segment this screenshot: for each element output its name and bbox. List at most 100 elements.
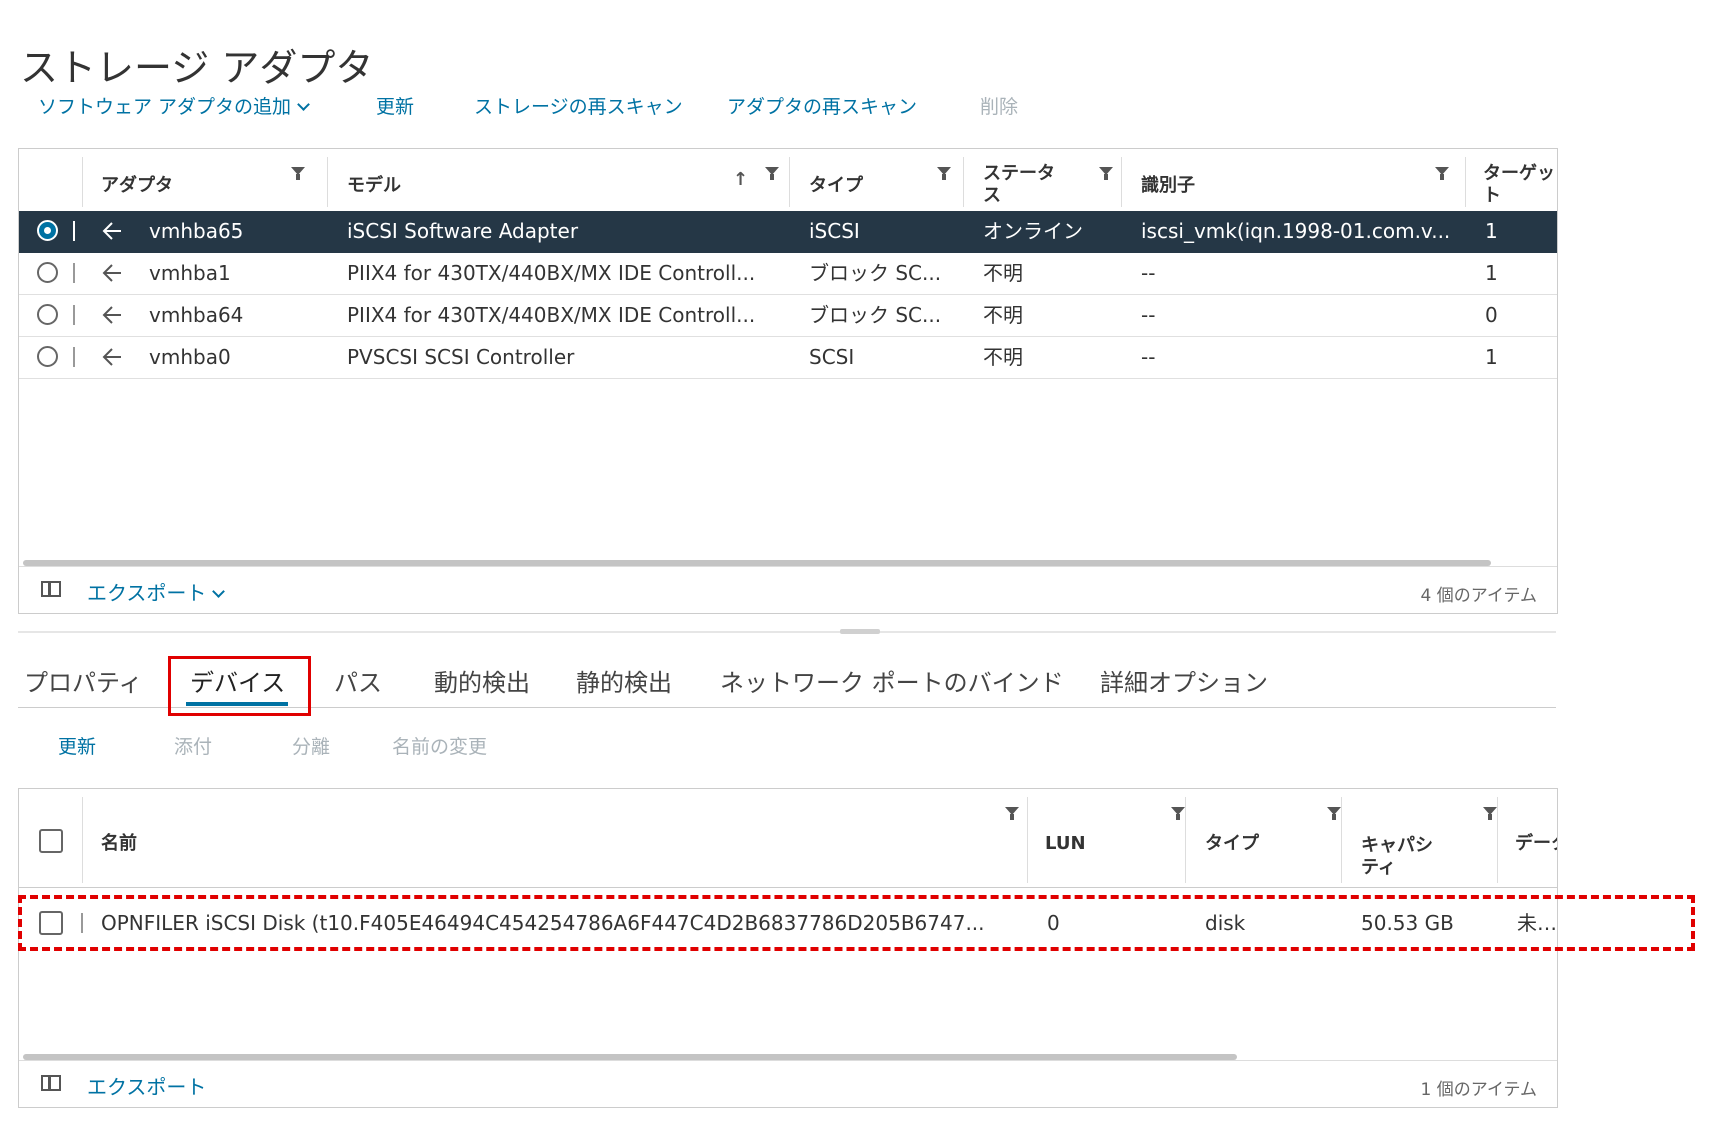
row-radio[interactable]: [37, 304, 58, 325]
cell-lun: 0: [1047, 911, 1060, 935]
detach-button: 分離: [292, 736, 331, 758]
cell-type: ブロック SC...: [809, 261, 942, 285]
cell-adapter: vmhba64: [149, 303, 244, 327]
table-row[interactable]: OPNFILER iSCSI Disk (t10.F405E46494C4542…: [19, 901, 1557, 945]
cell-name: OPNFILER iSCSI Disk (t10.F405E46494C4542…: [101, 911, 985, 935]
devices-grid: 名前 LUN タイプ キャパシティ データストア OPNFILER iSCSI …: [18, 788, 1558, 1108]
cell-model: PVSCSI SCSI Controller: [347, 345, 575, 369]
cell-identifier: --: [1141, 345, 1156, 369]
attach-button: 添付: [174, 736, 213, 758]
devices-grid-header: 名前 LUN タイプ キャパシティ データストア: [19, 789, 1557, 888]
cell-model: PIIX4 for 430TX/440BX/MX IDE Controll...: [347, 303, 756, 327]
column-header-model[interactable]: モデル ↑: [347, 149, 797, 211]
column-header-identifier[interactable]: 識別子: [1141, 149, 1461, 211]
filter-icon[interactable]: [765, 167, 779, 180]
adapter-icon: [102, 348, 121, 366]
column-label-identifier: 識別子: [1141, 175, 1195, 196]
tab-dynamic-discovery[interactable]: 動的検出: [434, 663, 530, 698]
chevron-down-icon: [297, 98, 310, 111]
row-radio[interactable]: [37, 262, 58, 283]
rescan-storage-button[interactable]: ストレージの再スキャン: [474, 92, 683, 119]
filter-icon[interactable]: [1483, 807, 1497, 820]
export-label: エクスポート: [87, 581, 207, 605]
rename-button: 名前の変更: [392, 736, 488, 758]
add-software-adapter-button[interactable]: ソフトウェア アダプタの追加: [38, 92, 310, 119]
table-row[interactable]: vmhba65 iSCSI Software Adapter iSCSI オンラ…: [19, 211, 1557, 253]
column-header-adapter[interactable]: アダプタ: [101, 149, 311, 211]
cell-adapter: vmhba1: [149, 261, 231, 285]
adapters-grid-footer: エクスポート 4 個のアイテム: [19, 566, 1557, 613]
column-header-capacity[interactable]: キャパシティ: [1361, 789, 1511, 887]
devices-grid-footer: エクスポート 1 個のアイテム: [19, 1060, 1557, 1107]
column-header-lun[interactable]: LUN: [1045, 789, 1195, 887]
tab-devices[interactable]: デバイス: [190, 663, 285, 698]
column-label-lun: LUN: [1045, 833, 1086, 854]
cell-type: disk: [1205, 911, 1246, 935]
cell-status: 不明: [983, 303, 1023, 327]
column-label-model: モデル: [347, 175, 401, 196]
column-toggle-icon[interactable]: [41, 1075, 61, 1091]
column-label-name: 名前: [101, 833, 137, 854]
add-software-adapter-label: ソフトウェア アダプタの追加: [38, 96, 292, 118]
cell-target: 1: [1485, 219, 1498, 243]
tab-properties[interactable]: プロパティ: [24, 663, 143, 698]
column-header-name[interactable]: 名前: [101, 789, 1021, 887]
pane-resize-handle[interactable]: [840, 629, 880, 634]
tab-network-port-binding[interactable]: ネットワーク ポートのバインド: [720, 663, 1064, 698]
cell-identifier: iscsi_vmk(iqn.1998-01.com.v...: [1141, 219, 1451, 243]
detail-tabs: プロパティ デバイス パス 動的検出 静的検出 ネットワーク ポートのバインド …: [18, 655, 1556, 708]
column-header-datastore[interactable]: データストア: [1515, 789, 1557, 887]
refresh-button[interactable]: 更新: [376, 92, 414, 119]
table-row[interactable]: vmhba1 PIIX4 for 430TX/440BX/MX IDE Cont…: [19, 253, 1557, 295]
select-all-checkbox[interactable]: [39, 829, 63, 853]
filter-icon[interactable]: [291, 167, 305, 180]
cell-status: 不明: [983, 261, 1023, 285]
column-header-type[interactable]: タイプ: [809, 149, 969, 211]
tab-advanced-options[interactable]: 詳細オプション: [1100, 663, 1268, 698]
column-header-target[interactable]: ターゲット: [1483, 149, 1557, 211]
item-count: 1 個のアイテム: [1420, 1080, 1537, 1100]
column-label-status: ステータス: [983, 163, 1055, 206]
column-header-type[interactable]: タイプ: [1205, 789, 1355, 887]
column-toggle-icon[interactable]: [41, 581, 61, 597]
row-radio[interactable]: [37, 220, 58, 241]
chevron-down-icon: [212, 585, 226, 598]
filter-icon[interactable]: [1327, 807, 1341, 820]
cell-adapter: vmhba0: [149, 345, 231, 369]
column-label-datastore: データストア: [1515, 833, 1557, 854]
export-button[interactable]: エクスポート: [87, 1071, 206, 1100]
table-row[interactable]: vmhba64 PIIX4 for 430TX/440BX/MX IDE Con…: [19, 295, 1557, 337]
column-header-status[interactable]: ステータス: [983, 149, 1123, 211]
sort-ascending-icon[interactable]: ↑: [733, 169, 748, 190]
row-radio[interactable]: [37, 346, 58, 367]
column-label-capacity: キャパシティ: [1361, 835, 1433, 878]
cell-identifier: --: [1141, 303, 1156, 327]
filter-icon[interactable]: [1171, 807, 1185, 820]
cell-status: オンライン: [983, 219, 1083, 243]
tab-static-discovery[interactable]: 静的検出: [576, 663, 672, 698]
cell-adapter: vmhba65: [149, 219, 244, 243]
tab-paths[interactable]: パス: [334, 663, 382, 698]
filter-icon[interactable]: [1099, 167, 1113, 180]
active-tab-indicator: [186, 702, 288, 706]
filter-icon[interactable]: [937, 167, 951, 180]
column-label-type: タイプ: [1205, 833, 1259, 854]
device-refresh-button[interactable]: 更新: [58, 732, 96, 759]
cell-target: 1: [1485, 345, 1498, 369]
table-row[interactable]: vmhba0 PVSCSI SCSI Controller SCSI 不明 --…: [19, 337, 1557, 379]
row-checkbox[interactable]: [39, 911, 63, 935]
adapters-grid-header: アダプタ モデル ↑ タイプ ステータス 識別子 ターゲット: [19, 149, 1557, 212]
cell-type: iSCSI: [809, 219, 860, 243]
cell-status: 不明: [983, 345, 1023, 369]
export-dropdown[interactable]: エクスポート: [87, 577, 226, 606]
cell-model: PIIX4 for 430TX/440BX/MX IDE Controll...: [347, 261, 756, 285]
adapters-grid: アダプタ モデル ↑ タイプ ステータス 識別子 ターゲット vmhba65 i…: [18, 148, 1558, 614]
rescan-adapter-button[interactable]: アダプタの再スキャン: [727, 92, 917, 119]
column-label-adapter: アダプタ: [101, 175, 173, 196]
delete-button: 削除: [980, 96, 1019, 118]
column-label-type: タイプ: [809, 175, 863, 196]
cell-identifier: --: [1141, 261, 1156, 285]
filter-icon[interactable]: [1005, 807, 1019, 820]
page-title: ストレージ アダプタ: [20, 46, 374, 91]
filter-icon[interactable]: [1435, 167, 1449, 180]
